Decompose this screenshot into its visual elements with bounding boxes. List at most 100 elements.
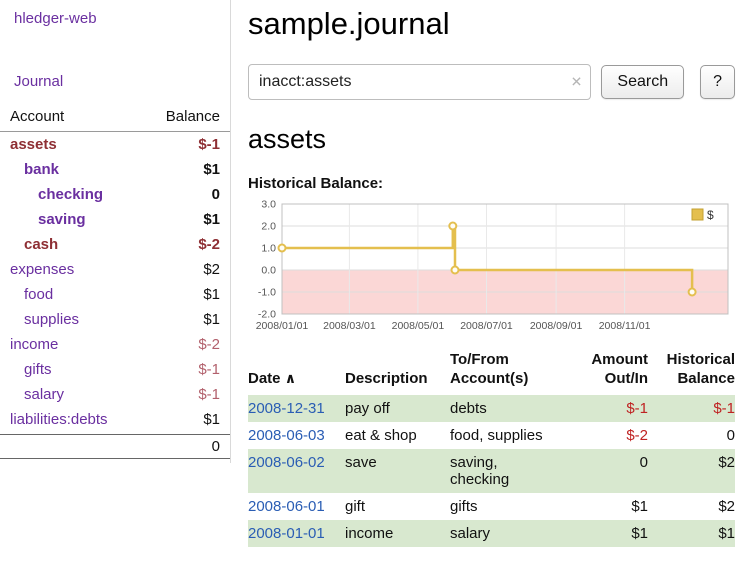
transaction-amount: $1 [562,520,648,547]
historical-balance-chart: 3.02.01.00.0-1.0-2.02008/01/012008/03/01… [248,198,735,341]
transaction-date-link[interactable]: 2008-01-01 [248,525,325,542]
balance-column-header: Balance [166,108,220,125]
account-link[interactable]: expenses [10,261,74,278]
account-link[interactable]: cash [24,236,58,253]
account-row-checking[interactable]: checking 0 [0,182,230,207]
register-header-row: Date ∧ Description To/From Account(s) Am… [248,351,735,395]
transaction-description: gift [345,493,450,520]
account-link[interactable]: food [24,286,53,303]
account-row-income[interactable]: income $-2 [0,332,230,357]
account-balance: $-1 [198,136,220,153]
search-box: ✕ [248,64,591,100]
account-link[interactable]: saving [38,211,86,228]
transaction-description: eat & shop [345,422,450,449]
chart-title: Historical Balance: [248,175,735,192]
transaction-accounts: saving, checking [450,449,562,493]
account-balance: $-1 [198,386,220,403]
svg-text:2008/01/01: 2008/01/01 [256,320,309,332]
account-balance: $1 [203,311,220,328]
svg-text:2008/09/01: 2008/09/01 [530,320,583,332]
register-table: Date ∧ Description To/From Account(s) Am… [248,351,735,547]
svg-text:2.0: 2.0 [261,221,276,233]
svg-text:0.0: 0.0 [261,265,276,277]
transaction-amount: $1 [562,493,648,520]
account-row-liabilities-debts[interactable]: liabilities:debts $1 [0,407,230,432]
svg-text:1.0: 1.0 [261,243,276,255]
transaction-accounts: gifts [450,493,562,520]
balance-chart-svg: 3.02.01.00.0-1.0-2.02008/01/012008/03/01… [248,198,735,336]
svg-text:3.0: 3.0 [261,199,276,211]
svg-text:2008/05/01: 2008/05/01 [392,320,445,332]
account-link[interactable]: supplies [24,311,79,328]
account-link[interactable]: assets [10,136,57,153]
sidebar-item-journal[interactable]: Journal [14,73,230,90]
sort-ascending-icon[interactable]: ∧ [285,370,296,386]
account-link[interactable]: liabilities:debts [10,411,108,428]
account-link[interactable]: checking [38,186,103,203]
register-row[interactable]: 2008-12-31 pay off debts $-1 $-1 [248,395,735,422]
app-brand-link[interactable]: hledger-web [14,10,230,27]
account-row-cash[interactable]: cash $-2 [0,232,230,257]
transaction-date-link[interactable]: 2008-06-01 [248,498,325,515]
accounts-total-row: 0 [0,434,230,459]
amount-column-header: Amount Out/In [562,351,648,395]
transaction-balance: $1 [648,520,735,547]
svg-text:-1.0: -1.0 [258,287,276,299]
page-title: sample.journal [248,6,735,42]
account-row-bank[interactable]: bank $1 [0,157,230,182]
account-balance: $1 [203,286,220,303]
transaction-accounts: salary [450,520,562,547]
transaction-balance: $2 [648,493,735,520]
transaction-amount: 0 [562,449,648,493]
clear-icon[interactable]: ✕ [571,74,583,91]
account-balance: 0 [212,186,220,203]
account-row-salary[interactable]: salary $-1 [0,382,230,407]
transaction-accounts: debts [450,395,562,422]
register-row[interactable]: 2008-06-03 eat & shop food, supplies $-2… [248,422,735,449]
account-balance: $2 [203,261,220,278]
date-column-header[interactable]: Date ∧ [248,351,345,395]
date-header-label: Date [248,370,281,387]
transaction-balance: 0 [648,422,735,449]
svg-text:2008/03/01: 2008/03/01 [323,320,376,332]
register-row[interactable]: 2008-06-02 save saving, checking 0 $2 [248,449,735,493]
register-row[interactable]: 2008-06-01 gift gifts $1 $2 [248,493,735,520]
account-balance: $1 [203,411,220,428]
transaction-amount: $-2 [562,422,648,449]
search-input[interactable] [248,64,591,100]
current-account-heading: assets [248,124,735,155]
balance-column-header: Historical Balance [648,351,735,395]
account-row-saving[interactable]: saving $1 [0,207,230,232]
transaction-accounts: food, supplies [450,422,562,449]
transaction-date-link[interactable]: 2008-12-31 [248,400,325,417]
register-row[interactable]: 2008-01-01 income salary $1 $1 [248,520,735,547]
transaction-date-link[interactable]: 2008-06-02 [248,454,325,471]
account-row-assets[interactable]: assets $-1 [0,132,230,157]
svg-text:2008/07/01: 2008/07/01 [460,320,513,332]
transaction-balance: $2 [648,449,735,493]
account-balance: $-2 [198,336,220,353]
account-row-expenses[interactable]: expenses $2 [0,257,230,282]
account-row-gifts[interactable]: gifts $-1 [0,357,230,382]
accounts-table: Account Balance assets $-1 bank $1 check… [0,108,230,459]
account-link[interactable]: salary [24,386,64,403]
hledger-web-page: hledger-web Journal Account Balance asse… [0,0,742,582]
transaction-description: save [345,449,450,493]
account-row-supplies[interactable]: supplies $1 [0,307,230,332]
account-link[interactable]: bank [24,161,59,178]
account-balance: $-2 [198,236,220,253]
transaction-date-link[interactable]: 2008-06-03 [248,427,325,444]
help-button[interactable]: ? [700,65,735,99]
account-balance: $1 [203,211,220,228]
account-row-food[interactable]: food $1 [0,282,230,307]
search-bar: ✕ Search ? [248,64,735,100]
accounts-total: 0 [212,438,220,455]
account-link[interactable]: income [10,336,58,353]
account-link[interactable]: gifts [24,361,52,378]
svg-text:2008/11/01: 2008/11/01 [599,320,651,332]
transaction-description: income [345,520,450,547]
accounts-table-header: Account Balance [0,108,230,132]
transaction-description: pay off [345,395,450,422]
account-column-header: Account [10,108,64,125]
search-button[interactable]: Search [601,65,684,99]
